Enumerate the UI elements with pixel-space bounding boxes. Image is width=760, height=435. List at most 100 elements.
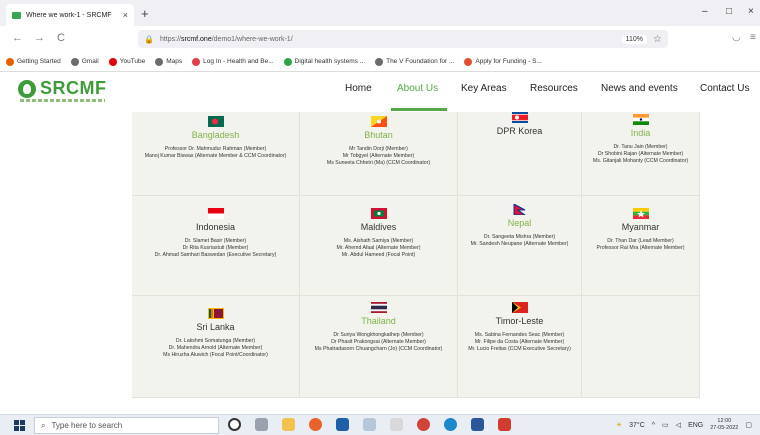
nav-toolbar: ← → C 🔒 https://srcmf.one/demo1/where-we… (0, 26, 760, 52)
chrome-icon[interactable] (417, 418, 430, 431)
member-entry: Mr. Ahemd Afaal (Alternate Member) (336, 245, 421, 251)
reload-icon[interactable]: C (57, 32, 65, 44)
member-list: Dr. Sangeeta Mishra (Member) Mr. Sandesh … (458, 234, 581, 248)
bookmark-item[interactable]: YouTube (108, 57, 145, 66)
member-entry: Dr. Than Dar (Lead Member) (607, 238, 674, 244)
task-view-icon[interactable] (255, 418, 268, 431)
tray-chevron-icon[interactable]: ^ (652, 422, 655, 429)
nav-key-areas[interactable]: Key Areas (461, 83, 507, 94)
new-tab-button[interactable]: + (141, 6, 149, 21)
country-name: Bangladesh (191, 130, 240, 140)
maximize-icon[interactable]: □ (726, 6, 732, 17)
bookmark-label: Gmail (81, 58, 99, 65)
windows-start-icon[interactable] (14, 420, 25, 431)
country-name: Timor-Leste (495, 316, 544, 326)
member-entry: Ms Suneeta Chhetri (Ma) (CCM Coordinator… (326, 160, 431, 166)
country-name: Maldives (360, 222, 397, 232)
cortana-icon[interactable] (228, 418, 241, 431)
member-list: Professor Dr. Mahmudur Rahman (Member) Ma… (132, 146, 299, 160)
app-icon[interactable] (363, 418, 376, 431)
file-explorer-icon[interactable] (282, 418, 295, 431)
site-header: SRCMF Home About Us Key Areas Resources … (0, 72, 760, 112)
temperature[interactable]: 37°C (629, 422, 645, 429)
firefox-icon[interactable] (309, 418, 322, 431)
bookmark-label: Getting Started (17, 58, 61, 65)
member-entry: Mr. Filipe da Costa (Alternate Member) (474, 339, 565, 345)
bookmark-item[interactable]: The V Foundation for ... (375, 57, 455, 66)
bookmark-item[interactable]: Gmail (70, 57, 99, 66)
country-flag-icon (511, 302, 528, 313)
zoom-level[interactable]: 110% (621, 34, 648, 44)
country-card: DPR Korea (458, 112, 582, 196)
bookmark-item[interactable]: Maps (155, 57, 183, 66)
member-entry: Ms Hiruzha Aluwich (Focal Point/Coordina… (163, 352, 268, 358)
volume-icon[interactable]: ◁ (676, 421, 681, 429)
bookmark-star-icon[interactable]: ☆ (653, 34, 662, 45)
paint-icon[interactable] (390, 418, 403, 431)
notifications-icon[interactable]: ▢ (745, 421, 752, 429)
weather-icon[interactable]: ☀ (616, 421, 622, 429)
nav-news-and-events[interactable]: News and events (601, 83, 678, 94)
forward-icon[interactable]: → (34, 32, 45, 44)
close-window-icon[interactable]: × (748, 6, 754, 17)
bookmark-label: The V Foundation for ... (386, 58, 455, 65)
member-entry: Dr. Lakshmi Somatunga (Member) (175, 338, 256, 344)
address-bar[interactable]: 🔒 https://srcmf.one/demo1/where-we-work-… (138, 30, 668, 48)
bookmark-label: Digital health systems ... (294, 58, 366, 65)
menu-icon[interactable]: ≡ (750, 32, 756, 43)
bookmark-item[interactable]: Digital health systems ... (283, 57, 366, 66)
tab-close-icon[interactable]: × (123, 10, 128, 20)
country-card: Timor-Leste Ms. Sabina Fernandes Seac (Me… (458, 296, 582, 398)
country-card (582, 296, 700, 398)
site-logo[interactable]: SRCMF (18, 78, 107, 99)
minimize-icon[interactable]: – (702, 6, 708, 17)
member-entry: Professor Rai Mra (Alternate Member) (596, 245, 685, 251)
bookmark-item[interactable]: Apply for Funding - S... (464, 57, 542, 66)
member-entry: Dr. Sangeeta Mishra (Member) (483, 234, 556, 240)
country-card: Bhutan Mr Tandin Dorji (Member) Mr Tobgyel… (300, 112, 458, 196)
member-entry: Dr Phasit Prakongsai (Alternate Member) (331, 339, 426, 345)
country-card: Maldives Ms. Aishath Samiya (Member) Mr. A… (300, 196, 458, 296)
country-card: Indonesia Dr. Slamet Basir (Member) Dr Rit… (132, 196, 300, 296)
member-list: Dr. Lakshmi Somatunga (Member) Dr. Mahend… (132, 338, 299, 359)
country-card: India Dr. Tanu Jain (Member) Dr Shobini Ra… (582, 112, 700, 196)
bookmark-item[interactable]: Log In - Health and Be... (192, 57, 274, 66)
lock-icon: 🔒 (144, 34, 154, 44)
bookmark-favicon-icon (464, 57, 473, 66)
member-entry: Dr. Mahendra Arnold (Alternate Member) (168, 345, 263, 351)
word-icon[interactable] (471, 418, 484, 431)
bookmark-label: Maps (166, 58, 183, 65)
member-entry: Dr Rita Kusriastuti (Member) (182, 245, 249, 251)
member-list: Dr Suriya Wongkhongkathep (Member) Dr Pha… (300, 332, 457, 353)
language-indicator[interactable]: ENG (688, 422, 703, 429)
site-favicon-icon (12, 11, 21, 19)
country-flag-icon (511, 112, 528, 123)
bookmark-favicon-icon (192, 57, 201, 66)
pocket-icon[interactable]: ◡ (732, 32, 741, 43)
clock[interactable]: 12:00 27-05-2022 (710, 418, 738, 432)
edge-icon[interactable] (444, 418, 457, 431)
member-list: Dr. Slamet Basir (Member) Dr Rita Kusrias… (132, 238, 299, 259)
country-flag-icon (207, 308, 224, 319)
country-flag-icon (207, 208, 224, 219)
bookmark-favicon-icon (283, 57, 292, 66)
country-name: Myanmar (621, 222, 660, 232)
nav-about-us[interactable]: About Us (397, 83, 438, 94)
network-icon[interactable]: ▭ (662, 421, 669, 429)
pdf-icon[interactable] (498, 418, 511, 431)
nav-resources[interactable]: Resources (530, 83, 578, 94)
nav-contact-us[interactable]: Contact Us (700, 83, 749, 94)
back-icon[interactable]: ← (12, 32, 23, 44)
country-name: DPR Korea (496, 126, 543, 136)
logo-text: SRCMF (40, 78, 107, 98)
member-entry: Mr Tandin Dorji (Member) (349, 146, 408, 152)
bookmark-item[interactable]: Getting Started (6, 57, 61, 66)
taskbar-search[interactable]: ⌕ Type here to search (34, 417, 219, 434)
country-flag-icon (632, 114, 649, 125)
bookmarks-bar: Getting Started Gmail YouTube Maps Log In - … (0, 52, 760, 72)
browser-tab[interactable]: Where we work-1 - SRCMF × (6, 4, 134, 26)
bookmark-favicon-icon (155, 57, 164, 66)
tab-title: Where we work-1 - SRCMF (26, 11, 112, 19)
nav-home[interactable]: Home (345, 83, 372, 94)
store-icon[interactable] (336, 418, 349, 431)
